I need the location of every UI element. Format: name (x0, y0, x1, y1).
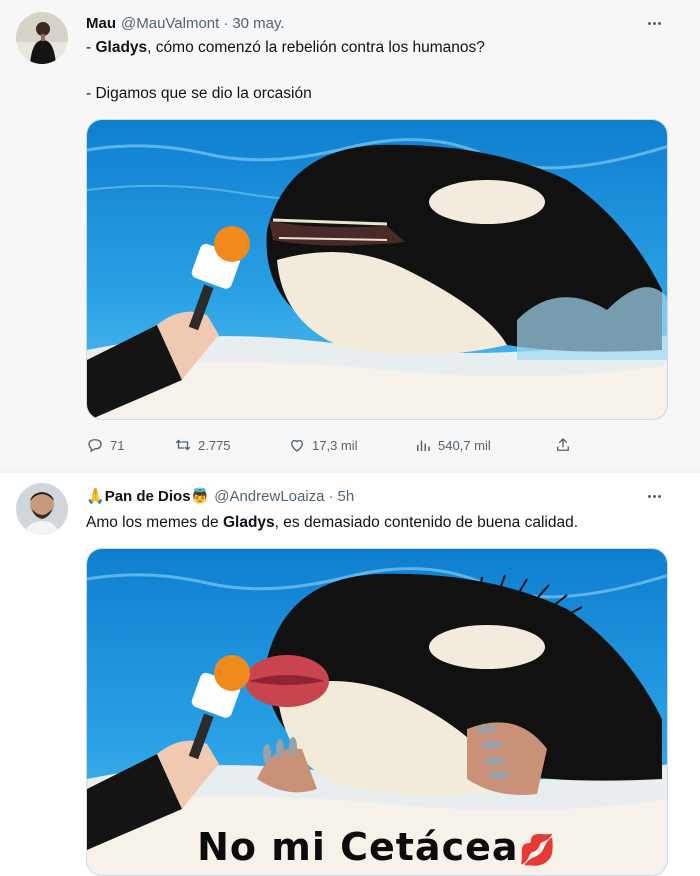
kiss-emoji: 💋 (518, 833, 557, 868)
views-count: 540,7 mil (438, 437, 491, 453)
handle[interactable]: @MauValmont (121, 15, 219, 32)
name-emoji: 👼 (190, 488, 210, 505)
bold-mention: Gladys (95, 39, 148, 56)
display-name[interactable]: Pan de Dios (105, 488, 191, 505)
text-fragment: , cómo comenzó la rebelión contra los hu… (147, 39, 485, 56)
views-button[interactable]: 540,7 mil (414, 436, 491, 454)
timestamp[interactable]: 30 may. (232, 15, 284, 32)
reply-button[interactable]: 71 (86, 436, 124, 454)
separator: · (223, 14, 229, 32)
retweet-count: 2.775 (198, 437, 231, 453)
tweet-text: Amo los memes de Gladys, es demasiado co… (86, 513, 670, 533)
tweet-text-line-2: - Digamos que se dio la orcasión (86, 85, 312, 102)
tweet[interactable]: Mau @MauValmont · 30 may. - Gladys, cómo… (0, 0, 700, 469)
tweet[interactable]: 🙏 Pan de Dios 👼 @AndrewLoaiza · 5h Amo l… (0, 473, 700, 876)
meme-caption-text: No mi Cetácea (197, 825, 519, 869)
text-fragment: Amo los memes de (86, 514, 223, 531)
tweet-header: 🙏 Pan de Dios 👼 @AndrewLoaiza · 5h (86, 485, 650, 507)
retweet-icon (175, 439, 191, 451)
timestamp[interactable]: 5h (338, 488, 355, 505)
separator: · (328, 487, 334, 505)
views-icon (417, 440, 430, 451)
heart-icon (291, 439, 303, 452)
meme-caption: No mi Cetácea💋 (87, 825, 667, 869)
reply-icon (88, 439, 102, 453)
tweet-header: Mau @MauValmont · 30 may. (86, 12, 650, 34)
retweet-button[interactable]: 2.775 (174, 436, 231, 454)
tweet-text-line-1: - Gladys, cómo comenzó la rebelión contr… (86, 38, 670, 58)
tweet-actions: 71 2.775 17,3 mil 540,7 mil (86, 432, 586, 458)
avatar[interactable] (16, 483, 68, 535)
like-button[interactable]: 17,3 mil (288, 436, 358, 454)
handle[interactable]: @AndrewLoaiza (214, 488, 324, 505)
more-icon[interactable] (644, 487, 664, 505)
reply-count: 71 (110, 437, 125, 453)
share-button[interactable] (554, 436, 572, 454)
like-count: 17,3 mil (312, 437, 358, 453)
bold-mention: Gladys (222, 514, 275, 531)
display-name[interactable]: Mau (86, 15, 116, 32)
tweet-image-orca-interview[interactable] (86, 119, 668, 420)
text-fragment: , es demasiado contenido de buena calida… (274, 514, 579, 531)
avatar[interactable] (16, 12, 68, 64)
tweet-image-orca-meme[interactable]: No mi Cetácea💋 (86, 548, 668, 876)
name-emoji: 🙏 (86, 488, 105, 505)
share-icon (557, 438, 569, 451)
more-icon[interactable] (644, 14, 664, 32)
